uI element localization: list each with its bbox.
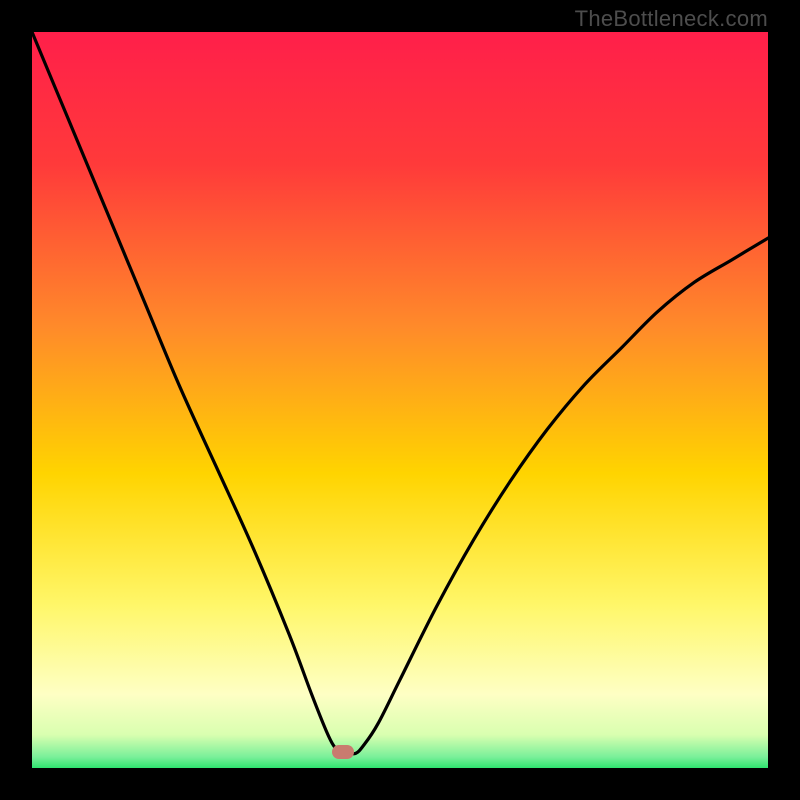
- chart-frame: TheBottleneck.com: [0, 0, 800, 800]
- plot-area: [32, 32, 768, 768]
- curve-svg: [32, 32, 768, 768]
- watermark-text: TheBottleneck.com: [575, 6, 768, 32]
- optimal-marker: [332, 745, 354, 759]
- bottleneck-curve: [32, 32, 768, 754]
